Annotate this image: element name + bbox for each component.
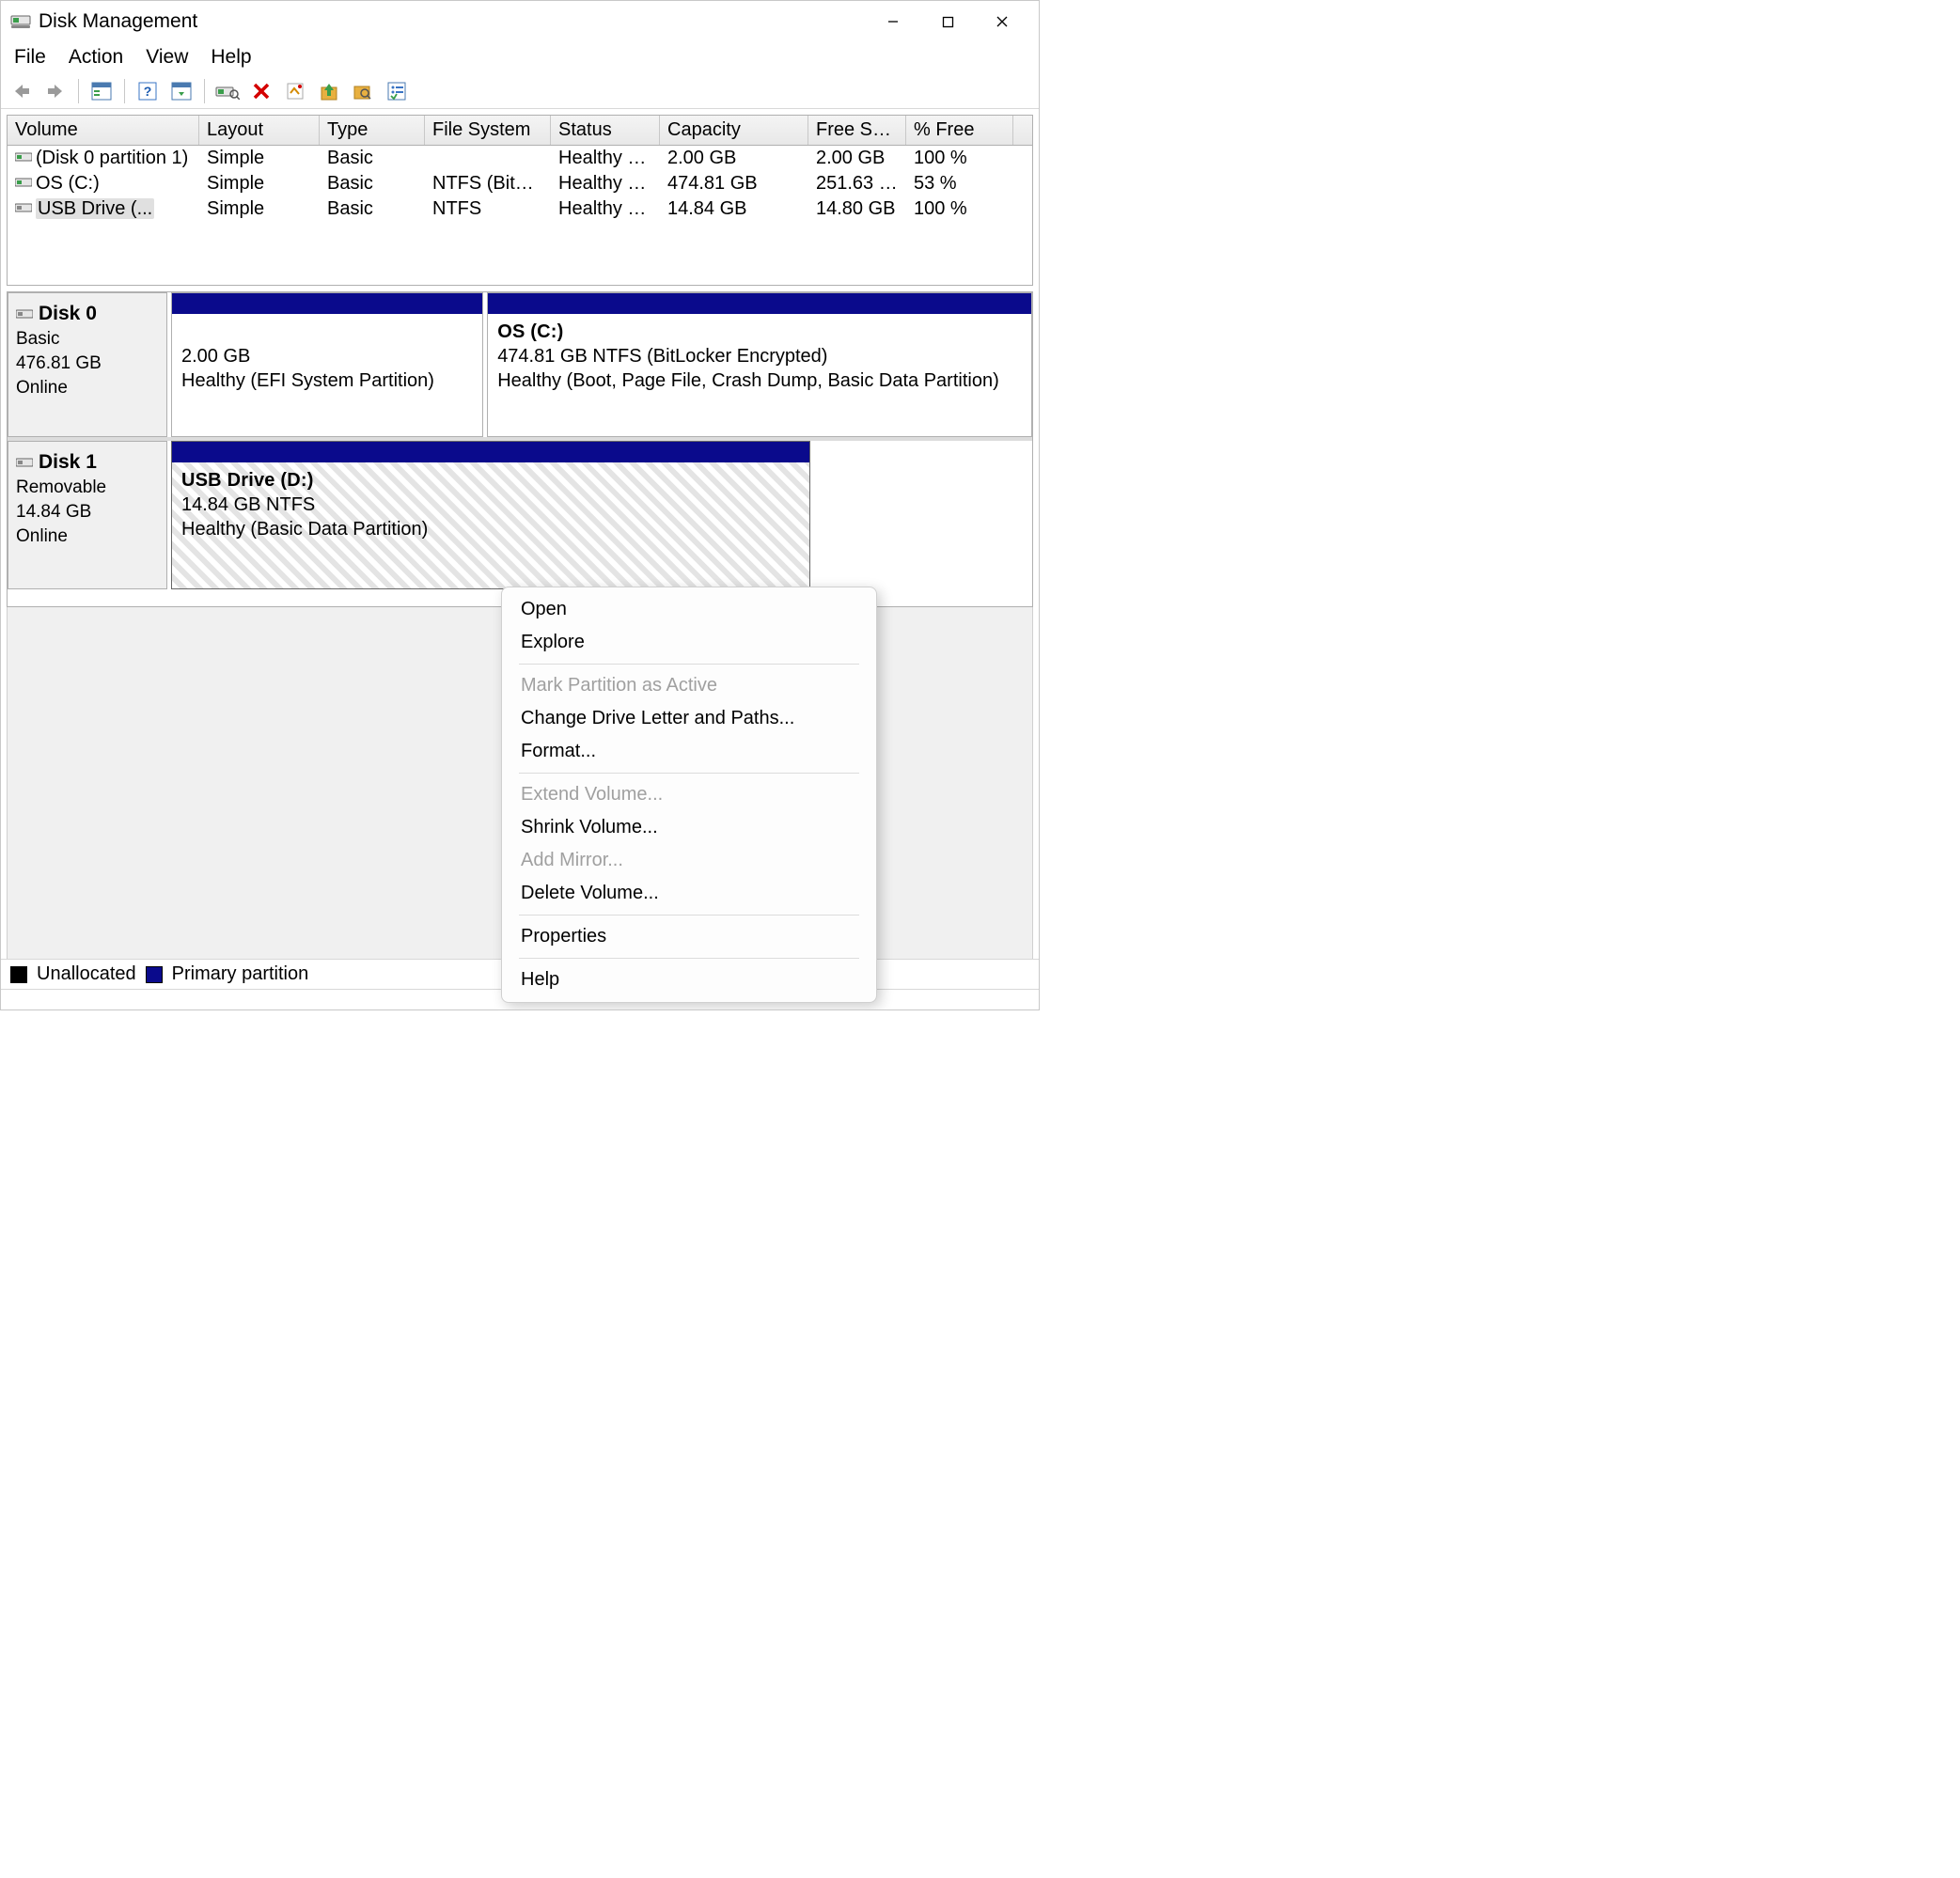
cm-help[interactable]: Help: [502, 963, 876, 996]
col-free-space[interactable]: Free Spa...: [808, 116, 906, 145]
col-filesystem[interactable]: File System: [425, 116, 551, 145]
legend-swatch-unallocated: [10, 966, 27, 983]
partition-block[interactable]: OS (C:)474.81 GB NTFS (BitLocker Encrypt…: [487, 292, 1032, 437]
upload-button[interactable]: [314, 78, 344, 104]
search-folder-button[interactable]: [348, 78, 378, 104]
window-title: Disk Management: [39, 10, 197, 33]
cm-separator: [519, 773, 859, 774]
menu-help[interactable]: Help: [211, 46, 251, 69]
volume-cell: OS (C:): [8, 172, 199, 196]
layout-cell: Simple: [199, 197, 320, 221]
back-button[interactable]: [7, 78, 37, 104]
capacity-cell: 474.81 GB: [660, 172, 808, 196]
help-button[interactable]: ?: [133, 78, 163, 104]
legend-primary-label: Primary partition: [172, 963, 309, 985]
cm-open[interactable]: Open: [502, 593, 876, 626]
free-cell: 14.80 GB: [808, 197, 906, 221]
menu-action[interactable]: Action: [69, 46, 123, 69]
col-pct-free[interactable]: % Free: [906, 116, 1013, 145]
partition-block[interactable]: USB Drive (D:)14.84 GB NTFSHealthy (Basi…: [171, 441, 810, 589]
type-cell: Basic: [320, 197, 425, 221]
close-button[interactable]: [975, 5, 1029, 39]
disk-row: Disk 0Basic476.81 GBOnline 2.00 GBHealth…: [8, 292, 1032, 441]
legend-unallocated-label: Unallocated: [37, 963, 136, 985]
app-icon: [10, 11, 31, 32]
forward-button[interactable]: [40, 78, 71, 104]
settings-list-button[interactable]: [382, 78, 412, 104]
menu-file[interactable]: File: [14, 46, 46, 69]
col-layout[interactable]: Layout: [199, 116, 320, 145]
filesystem-cell: [425, 147, 551, 170]
cm-delete-volume[interactable]: Delete Volume...: [502, 877, 876, 910]
status-cell: Healthy (B...: [551, 172, 660, 196]
cm-separator: [519, 664, 859, 665]
volume-row[interactable]: USB Drive (...SimpleBasicNTFSHealthy (B.…: [8, 196, 1032, 222]
svg-text:?: ?: [144, 84, 152, 99]
context-menu: Open Explore Mark Partition as Active Ch…: [501, 587, 877, 1003]
volume-cell: (Disk 0 partition 1): [8, 147, 199, 170]
cm-shrink-volume[interactable]: Shrink Volume...: [502, 811, 876, 844]
layout-cell: Simple: [199, 147, 320, 170]
delete-button[interactable]: [246, 78, 276, 104]
menubar: File Action View Help: [1, 42, 1039, 76]
disk-icon: [16, 451, 33, 464]
type-cell: Basic: [320, 147, 425, 170]
pct-free-cell: 53 %: [906, 172, 1013, 196]
status-cell: Healthy (B...: [551, 197, 660, 221]
pct-free-cell: 100 %: [906, 197, 1013, 221]
status-cell: Healthy (E...: [551, 147, 660, 170]
rescan-disks-button[interactable]: [212, 78, 243, 104]
menu-view[interactable]: View: [146, 46, 188, 69]
cm-extend-volume: Extend Volume...: [502, 778, 876, 811]
drive-icon: [15, 147, 32, 158]
cm-change-letter[interactable]: Change Drive Letter and Paths...: [502, 702, 876, 735]
cm-explore[interactable]: Explore: [502, 626, 876, 659]
toolbar-separator: [204, 79, 205, 103]
disk-row: Disk 1Removable14.84 GBOnlineUSB Drive (…: [8, 441, 1032, 589]
legend-swatch-primary: [146, 966, 163, 983]
drive-icon: [15, 197, 32, 209]
col-status[interactable]: Status: [551, 116, 660, 145]
disk-label[interactable]: Disk 1Removable14.84 GBOnline: [8, 441, 167, 589]
toolbar-separator: [78, 79, 79, 103]
show-hide-action-pane-button[interactable]: [166, 78, 196, 104]
free-cell: 251.63 GB: [808, 172, 906, 196]
pct-free-cell: 100 %: [906, 147, 1013, 170]
free-cell: 2.00 GB: [808, 147, 906, 170]
show-hide-console-tree-button[interactable]: [86, 78, 117, 104]
drive-icon: [15, 172, 32, 183]
disk-panel: Disk 0Basic476.81 GBOnline 2.00 GBHealth…: [7, 291, 1033, 607]
properties-button[interactable]: [280, 78, 310, 104]
type-cell: Basic: [320, 172, 425, 196]
filesystem-cell: NTFS (BitLo...: [425, 172, 551, 196]
volume-cell: USB Drive (...: [8, 197, 199, 221]
volume-row[interactable]: OS (C:)SimpleBasicNTFS (BitLo...Healthy …: [8, 171, 1032, 196]
volume-row[interactable]: (Disk 0 partition 1)SimpleBasic Healthy (…: [8, 146, 1032, 171]
capacity-cell: 2.00 GB: [660, 147, 808, 170]
cm-properties[interactable]: Properties: [502, 920, 876, 953]
col-capacity[interactable]: Capacity: [660, 116, 808, 145]
titlebar: Disk Management: [1, 1, 1039, 42]
disk-management-window: Disk Management File Action View Help ?: [0, 0, 1040, 1010]
disk-icon: [16, 303, 33, 316]
capacity-cell: 14.84 GB: [660, 197, 808, 221]
layout-cell: Simple: [199, 172, 320, 196]
cm-separator: [519, 958, 859, 959]
col-type[interactable]: Type: [320, 116, 425, 145]
partition-block[interactable]: 2.00 GBHealthy (EFI System Partition): [171, 292, 483, 437]
minimize-button[interactable]: [866, 5, 920, 39]
col-volume[interactable]: Volume: [8, 116, 199, 145]
cm-separator: [519, 915, 859, 916]
disk-label[interactable]: Disk 0Basic476.81 GBOnline: [8, 292, 167, 437]
toolbar-separator: [124, 79, 125, 103]
cm-format[interactable]: Format...: [502, 735, 876, 768]
toolbar: ?: [1, 76, 1039, 109]
cm-add-mirror: Add Mirror...: [502, 844, 876, 877]
maximize-button[interactable]: [920, 5, 975, 39]
volume-table: Volume Layout Type File System Status Ca…: [7, 115, 1033, 286]
cm-mark-active: Mark Partition as Active: [502, 669, 876, 702]
filesystem-cell: NTFS: [425, 197, 551, 221]
